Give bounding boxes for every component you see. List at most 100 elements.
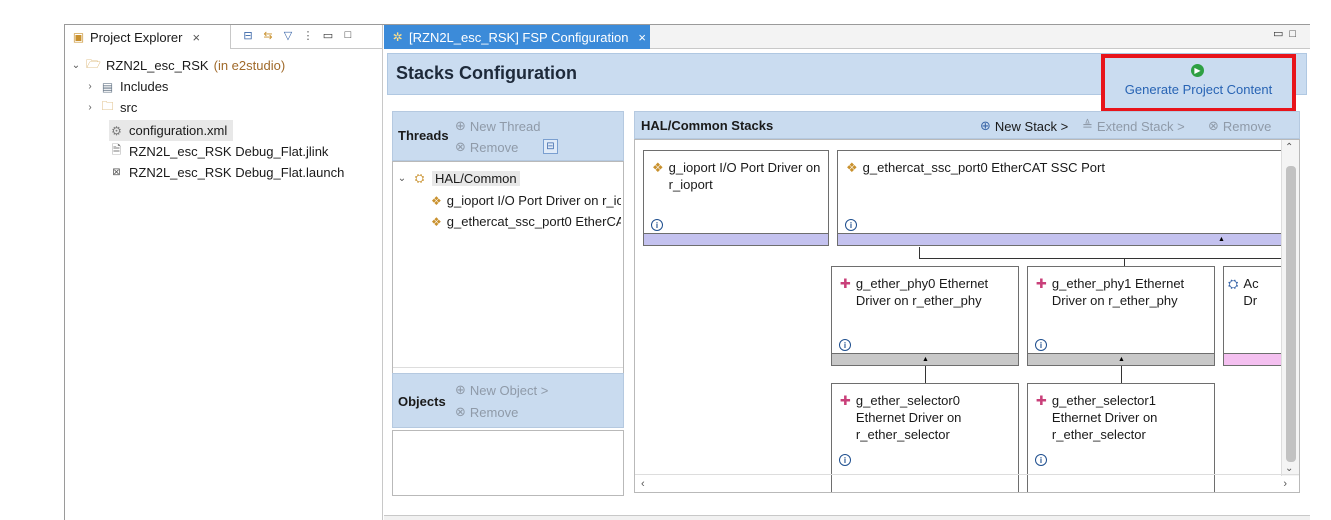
stack-node-ioport[interactable]: ❖ g_ioport I/O Port Driver on r_ioport i [643,150,829,246]
link-with-editor-icon[interactable]: ⇆ [261,28,275,42]
fsp-configuration-editor: ✲ [RZN2L_esc_RSK] FSP Configuration × ▭□… [384,25,1310,520]
chevron-right-icon[interactable]: › [85,102,95,113]
info-icon[interactable]: i [651,219,663,231]
project-explorer-icon: ▣ [72,30,85,44]
tree-item-configuration[interactable]: ⚙ configuration.xml [109,120,234,141]
info-icon[interactable]: i [1035,454,1047,466]
threads-title: Threads [398,128,449,143]
remove-stack-button[interactable]: ⊗ Remove [1208,118,1271,134]
extend-stack-button[interactable]: ≜ Extend Stack > [1082,118,1185,134]
tree-item-jlink[interactable]: 🗎 RZN2L_esc_RSK Debug_Flat.jlink [109,141,329,162]
chevron-down-icon[interactable]: ⌄ [397,173,407,184]
remove-object-label: Remove [469,404,519,420]
remove-thread-label: Remove [469,139,519,155]
stack-node-label: g_ether_phy1 Ethernet Driver on r_ether_… [1051,276,1185,308]
project-explorer-tabbar: ▣ Project Explorer × ⊟ ⇆ ▽ ⋮ ▭ □ [65,25,382,49]
new-icon: ⊕ [455,118,466,133]
stacks-header: HAL/Common Stacks ⊕ New Stack > ≜ Extend… [634,111,1300,139]
project-name: RZN2L_esc_RSK [106,58,209,73]
source-folder-icon: 🗀 [101,99,114,113]
expand-arrow-icon[interactable]: ▲ [922,356,929,363]
tree-item-ioport[interactable]: ❖ g_ioport I/O Port Driver on r_ioport [431,190,621,211]
connector [1124,258,1125,266]
connector [1121,366,1122,383]
page-title: Stacks Configuration [396,63,578,83]
tab-project-explorer[interactable]: ▣ Project Explorer × [65,25,231,49]
new-stack-label: New Stack > [994,118,1069,134]
remove-thread-button[interactable]: ⊗ Remove [455,139,518,155]
new-object-button[interactable]: ⊕ New Object > [455,382,548,398]
stack-node-label: g_ioport I/O Port Driver on r_ioport [668,160,821,192]
node-bar: ▲ [1028,353,1214,365]
tree-item-src[interactable]: › 🗀 src [85,97,137,118]
remove-object-button[interactable]: ⊗ Remove [455,404,518,420]
tree-item-hal-common[interactable]: ⌄ ⛭ HAL/Common [397,168,520,189]
scrollbar-thumb[interactable] [1286,166,1296,462]
filter-icon[interactable]: ▽ [281,28,295,42]
project-explorer-toolbar: ⊟ ⇆ ▽ ⋮ ▭ □ [241,28,355,42]
stack-node-ethercat[interactable]: ❖ g_ethercat_ssc_port0 EtherCAT SSC Port … [837,150,1299,246]
module-icon: ✚ [840,276,851,291]
extend-icon: ≜ [1082,118,1093,133]
generate-project-content-button[interactable]: ▶ Generate Project Content [1101,54,1296,112]
tree-item-ethercat[interactable]: ❖ g_ethercat_ssc_port0 EtherCAT SSC Port [431,211,621,232]
module-icon: ❖ [652,160,664,175]
collapse-all-icon[interactable]: ⊟ [241,28,255,42]
configuration-label: configuration.xml [129,123,228,138]
stacks-configuration-header: Stacks Configuration ▶ Generate Project … [387,53,1307,112]
close-icon[interactable]: × [192,30,200,45]
launch-file-icon: ⊠ [112,167,121,178]
chevron-right-icon[interactable]: › [85,81,95,92]
remove-icon: ⊗ [1208,118,1219,133]
info-icon[interactable]: i [839,339,851,351]
chevron-down-icon[interactable]: ⌄ [71,60,81,71]
scroll-left-icon[interactable]: ‹ [641,478,645,490]
ethercat-label: g_ethercat_ssc_port0 EtherCAT SSC Port [446,214,621,229]
connector [919,258,1299,259]
remove-stack-label: Remove [1222,118,1272,134]
horizontal-scrollbar[interactable]: ‹ › [635,474,1299,492]
objects-header: Objects ⊕ New Object > ⊗ Remove [392,373,624,428]
module-icon: ❖ [431,193,442,208]
connector [925,366,926,383]
stack-node-phy0[interactable]: ✚ g_ether_phy0 Ethernet Driver on r_ether… [831,266,1019,366]
new-stack-button[interactable]: ⊕ New Stack > [980,118,1068,134]
module-icon: ⛭ [1228,276,1239,291]
threads-header: Threads ⊕ New Thread ⊗ Remove ⊟ [392,111,624,161]
new-thread-button[interactable]: ⊕ New Thread [455,118,540,134]
expand-arrow-icon[interactable]: ▲ [1118,356,1125,363]
new-thread-label: New Thread [469,118,541,134]
scroll-right-icon[interactable]: › [1283,478,1287,490]
editor-tabbar: ✲ [RZN2L_esc_RSK] FSP Configuration × ▭□ [384,25,1310,49]
info-icon[interactable]: i [839,454,851,466]
expand-arrow-icon[interactable]: ▲ [1218,236,1225,243]
scroll-up-icon[interactable]: ⌃ [1285,142,1293,153]
tree-item-launch[interactable]: ⊠ RZN2L_esc_RSK Debug_Flat.launch [109,162,344,183]
tree-item-includes[interactable]: › ▤ Includes [85,76,168,97]
play-icon: ▶ [1191,64,1204,77]
new-icon: ⊕ [455,382,466,397]
module-icon: ✚ [840,393,851,408]
info-icon[interactable]: i [845,219,857,231]
stack-node-label: g_ether_selector1 Ethernet Driver on r_e… [1051,393,1158,442]
module-icon: ✚ [1036,393,1047,408]
node-bar [644,233,828,245]
tree-item-project[interactable]: ⌄ 🗁 RZN2L_esc_RSK (in e2studio) [71,55,285,76]
includes-icon: ▤ [101,79,114,94]
maximize-icon[interactable]: □ [341,28,355,42]
stack-node-phy1[interactable]: ✚ g_ether_phy1 Ethernet Driver on r_ether… [1027,266,1215,366]
tab-fsp-configuration[interactable]: ✲ [RZN2L_esc_RSK] FSP Configuration × [384,25,650,49]
minimize-icon[interactable]: ▭ [321,28,335,42]
window-controls[interactable]: ▭□ [1273,27,1302,40]
close-icon[interactable]: × [638,30,646,45]
info-icon[interactable]: i [1035,339,1047,351]
generate-project-content-label: Generate Project Content [1124,82,1273,97]
stack-node-label: Ac Dr [1243,276,1259,308]
threads-tree: ⌄ ⛭ HAL/Common ❖ g_ioport I/O Port Drive… [392,161,624,386]
scroll-down-icon[interactable]: ⌄ [1285,463,1293,474]
view-menu-icon[interactable]: ⋮ [301,28,315,42]
vertical-scrollbar[interactable]: ⌃ ⌄ [1281,140,1299,476]
ioport-label: g_ioport I/O Port Driver on r_ioport [446,193,621,208]
collapse-icon[interactable]: ⊟ [543,139,558,154]
jlink-label: RZN2L_esc_RSK Debug_Flat.jlink [129,144,329,159]
